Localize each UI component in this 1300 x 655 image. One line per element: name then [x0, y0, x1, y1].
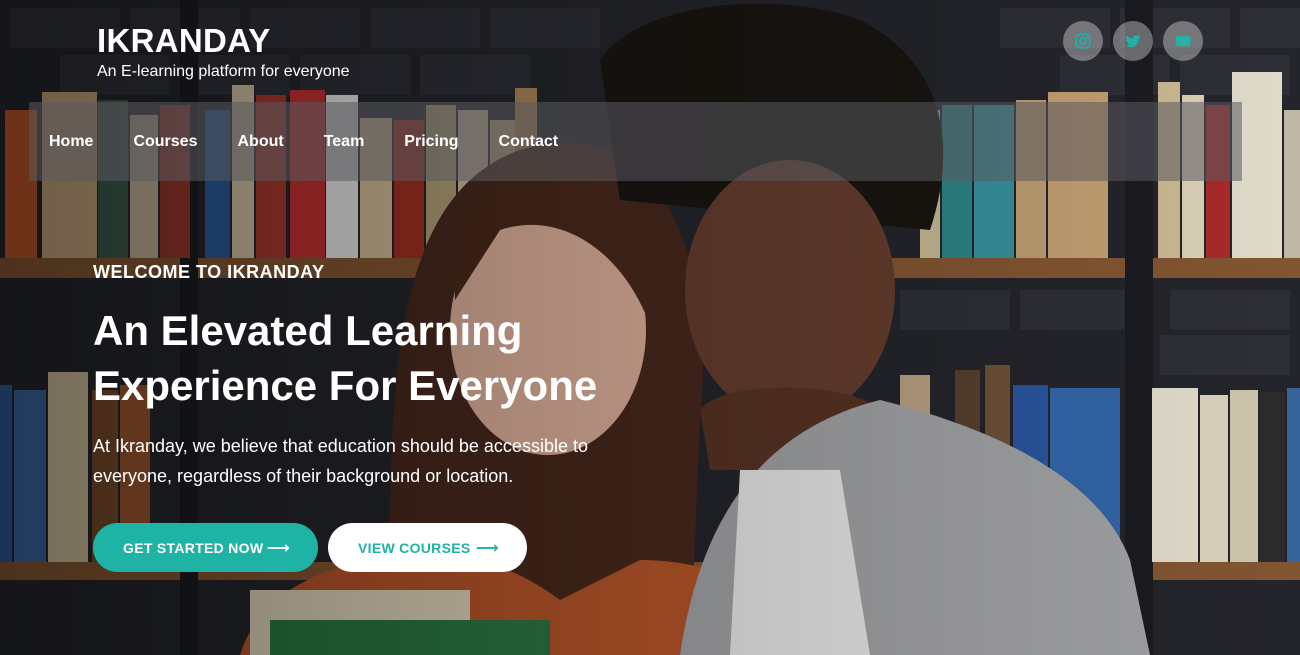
view-courses-label: VIEW COURSES: [358, 539, 471, 556]
nav-about[interactable]: About: [237, 133, 283, 151]
twitter-link[interactable]: [1113, 21, 1153, 61]
instagram-icon: [1075, 33, 1091, 49]
instagram-link[interactable]: [1063, 21, 1103, 61]
nav-home[interactable]: Home: [49, 133, 93, 151]
youtube-icon: [1175, 35, 1191, 47]
nav-team[interactable]: Team: [324, 133, 365, 151]
arrow-right-icon: ⟶: [475, 539, 499, 557]
social-links: [1063, 21, 1203, 61]
brand-tagline: An E-learning platform for everyone: [97, 63, 350, 80]
nav-contact[interactable]: Contact: [499, 133, 559, 151]
nav-pricing[interactable]: Pricing: [404, 133, 458, 151]
get-started-button[interactable]: GET STARTED NOW ⟶: [93, 523, 318, 572]
get-started-label: GET STARTED NOW: [123, 539, 264, 556]
youtube-link[interactable]: [1163, 21, 1203, 61]
main-navigation: Home Courses About Team Pricing Contact: [29, 102, 1242, 181]
view-courses-button[interactable]: VIEW COURSES ⟶: [328, 523, 527, 572]
twitter-icon: [1125, 35, 1141, 48]
arrow-right-icon: ⟶: [266, 539, 290, 557]
hero-title: An Elevated Learning Experience For Ever…: [93, 307, 598, 409]
nav-courses[interactable]: Courses: [133, 133, 197, 151]
hero-eyebrow: WELCOME TO IKRANDAY: [93, 262, 325, 282]
brand-name[interactable]: IKRANDAY: [97, 22, 350, 60]
hero-description: At Ikranday, we believe that education s…: [93, 436, 588, 486]
hero-section: WELCOME TO IKRANDAY An Elevated Learning…: [93, 262, 653, 491]
brand: IKRANDAY An E-learning platform for ever…: [97, 22, 350, 81]
